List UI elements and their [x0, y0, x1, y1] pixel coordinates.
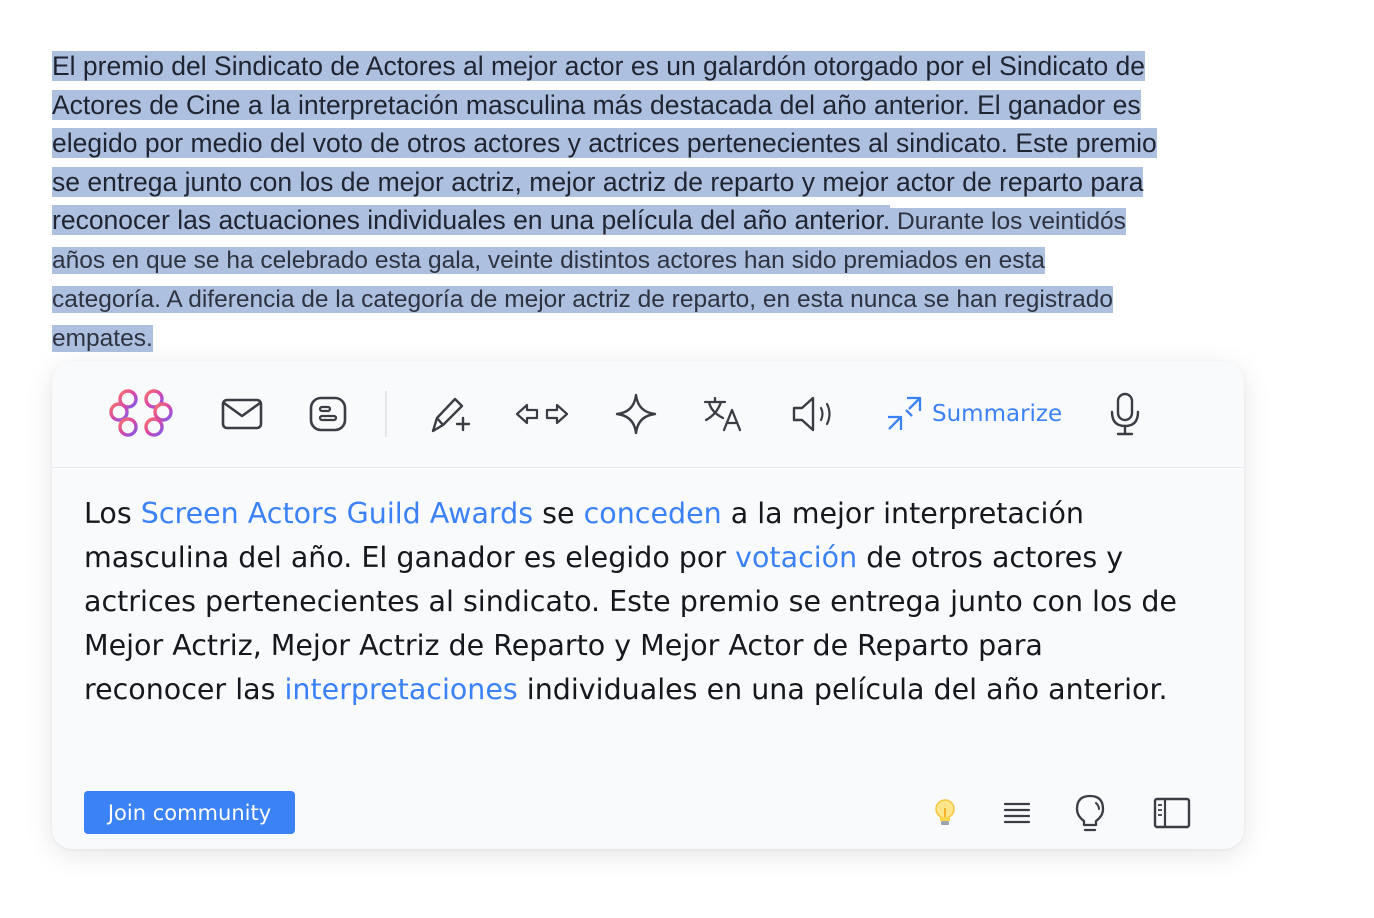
- source-line: se entrega junto con los de mejor actriz…: [52, 166, 1144, 197]
- source-line: Durante los veintidós: [890, 208, 1126, 236]
- lightbulb-outline-icon[interactable]: [1072, 792, 1108, 834]
- toolbar: Summarize: [52, 361, 1244, 468]
- summary-link[interactable]: votación: [735, 541, 857, 574]
- microphone-icon[interactable]: [1108, 388, 1142, 440]
- ai-assistant-panel: Summarize Los Screen Actors Guild Awards…: [52, 361, 1244, 849]
- summary-text-segment: individuales en una película del año ant…: [517, 673, 1168, 706]
- sparkle-icon[interactable]: [614, 388, 658, 440]
- join-community-button[interactable]: Join community: [84, 791, 295, 834]
- summarize-button[interactable]: Summarize: [884, 388, 1064, 440]
- source-line: El premio del Sindicato de Actores al me…: [52, 51, 1146, 81]
- source-line: Actores de Cine a la interpretación masc…: [52, 89, 1141, 120]
- speaker-icon[interactable]: [790, 388, 838, 440]
- blogger-icon[interactable]: [308, 388, 348, 440]
- summary-link[interactable]: conceden: [584, 497, 722, 530]
- summarize-label: Summarize: [932, 401, 1063, 427]
- sidebar-panel-icon[interactable]: [1152, 792, 1192, 834]
- magic-pen-icon[interactable]: [428, 388, 472, 440]
- summary-text-segment: Los: [84, 497, 141, 530]
- summary-text: Los Screen Actors Guild Awards se conced…: [84, 492, 1184, 712]
- source-line: años en que se ha celebrado esta gala, v…: [52, 247, 1045, 275]
- mail-icon[interactable]: [220, 388, 264, 440]
- source-line: reconocer las actuaciones individuales e…: [52, 205, 891, 236]
- source-line: categoría. A diferencia de la categoría …: [52, 286, 1113, 314]
- summary-text-segment: se: [533, 497, 584, 530]
- arrows-left-right-icon[interactable]: [514, 388, 570, 440]
- brain-logo-icon[interactable]: [106, 388, 176, 440]
- toolbar-divider: [385, 391, 387, 437]
- summary-link[interactable]: Screen Actors Guild Awards: [141, 497, 533, 530]
- source-line: elegido por medio del voto de otros acto…: [52, 128, 1157, 159]
- align-text-icon[interactable]: [1002, 792, 1032, 834]
- translate-icon[interactable]: [702, 388, 744, 440]
- summarize-icon: [888, 396, 922, 430]
- source-line: empates.: [52, 325, 153, 353]
- selected-source-text: El premio del Sindicato de Actores al me…: [52, 47, 1292, 357]
- bulb-emoji-icon[interactable]: [932, 792, 958, 834]
- summary-link[interactable]: interpretaciones: [285, 673, 518, 706]
